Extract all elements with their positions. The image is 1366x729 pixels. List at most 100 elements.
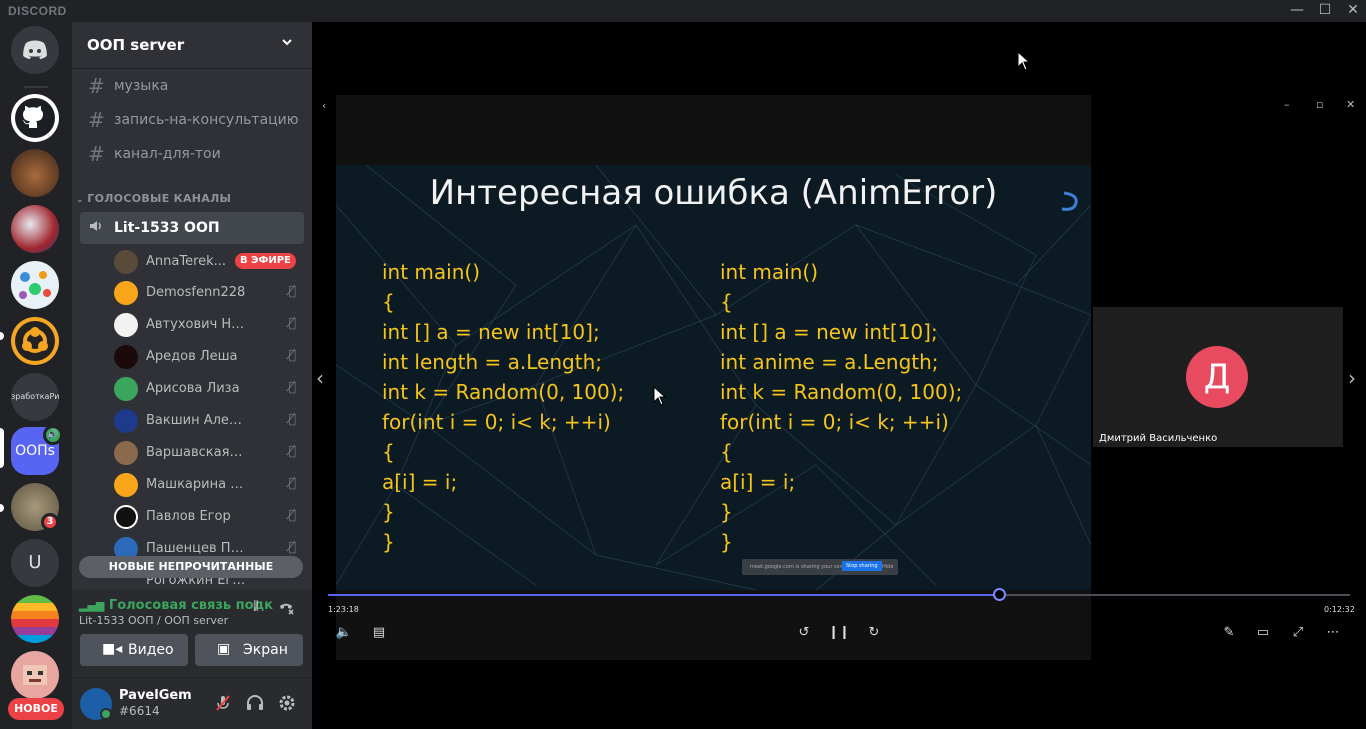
soundboard-icon[interactable]: ⦀ [246, 599, 266, 615]
fullscreen-icon[interactable]: ⤢ [1287, 625, 1309, 640]
screen-sharing-bar: meet.google.com is sharing your screen. … [742, 559, 898, 575]
server-header[interactable]: ООП server [72, 22, 312, 69]
prev-arrow-icon[interactable]: ‹ [316, 366, 324, 390]
video-button[interactable]: ■◂ Видео [80, 634, 188, 666]
flag-server-icon[interactable] [11, 205, 59, 253]
left-code-block: int main() { int [] a = new int[10]; int… [382, 260, 625, 554]
forward-icon[interactable]: ↻ [863, 625, 885, 640]
seek-bar[interactable] [328, 588, 1350, 601]
title-bar: DISCORD — ☐ ✕ [0, 0, 1366, 22]
voice-member[interactable]: Автухович Наташа 🎙̸ [114, 311, 302, 339]
popout-icon[interactable]: ▫ [1316, 98, 1323, 111]
muted-mic-icon: 🎙̸ [288, 476, 296, 491]
discord-home-icon[interactable] [11, 26, 59, 74]
server-name: ООП server [87, 36, 185, 54]
channel-toi[interactable]: # канал-для-тои [80, 138, 304, 170]
channel-label: музыка [114, 78, 169, 94]
voice-member[interactable]: Demosfenn228 🎙̸ [114, 279, 302, 307]
user-tag: #6614 [119, 704, 160, 718]
voice-connection-panel: ▂▄▆ Голосовая связь подк Lit-1533 ООП / … [72, 590, 312, 678]
hall-server-icon[interactable] [11, 149, 59, 197]
minecraft-server-icon[interactable] [11, 651, 59, 699]
member-name: Арисова Лиза [146, 381, 240, 396]
voice-location[interactable]: Lit-1533 ООП / ООП server [79, 614, 228, 627]
muted-mic-icon: 🎙̸ [288, 508, 296, 523]
stop-sharing-button: Stop sharing [842, 561, 882, 571]
online-status-icon [100, 708, 112, 720]
new-servers-badge[interactable]: НОВОЕ [8, 698, 64, 720]
muted-mic-icon: 🎙̸ [288, 348, 296, 363]
next-arrow-icon[interactable]: › [1348, 366, 1356, 390]
avatar [114, 505, 138, 529]
rewind-icon[interactable]: ↺ [793, 625, 815, 640]
volume-icon[interactable]: 🔈 [333, 625, 355, 640]
minimize-stream-icon[interactable]: – [1284, 98, 1290, 111]
apple-server-icon[interactable] [11, 595, 59, 643]
captions-icon[interactable]: ▤ [368, 625, 390, 640]
maximize-button[interactable]: ☐ [1310, 0, 1340, 22]
server-list: зработкаРи ООПs 🔊 3 U НОВОЕ [0, 22, 72, 729]
edit-icon[interactable]: ✎ [1218, 625, 1240, 640]
channel-label: запись-на-консультацию [114, 112, 299, 128]
voice-category[interactable]: ⌄ ГОЛОСОВЫЕ КАНАЛЫ [76, 192, 231, 205]
channel-consultation[interactable]: # запись-на-консультацию [80, 104, 304, 136]
channel-music[interactable]: # музыка [80, 70, 304, 102]
elapsed-time: 1:23:18 [328, 605, 359, 614]
camera-icon: ■◂ [102, 641, 123, 657]
disconnect-icon[interactable] [276, 599, 296, 621]
close-stream-icon[interactable]: ✕ [1346, 98, 1355, 111]
science-server-icon[interactable] [11, 261, 59, 309]
mute-mic-icon[interactable] [212, 693, 234, 715]
voice-channel[interactable]: Lit-1533 ООП [80, 212, 304, 244]
avatar [114, 313, 138, 337]
screen-share-button[interactable]: ▣ Экран [195, 634, 303, 666]
voice-member[interactable]: Аредов Леша 🎙̸ [114, 343, 302, 371]
member-name: Машкарина Екате... [146, 477, 246, 492]
voice-status[interactable]: ▂▄▆ Голосовая связь подк [79, 598, 273, 613]
video-button-label: Видео [128, 642, 174, 658]
muted-mic-icon: 🎙̸ [288, 412, 296, 427]
text-server-icon[interactable]: зработкаРи [11, 373, 59, 421]
minimize-button[interactable]: — [1282, 0, 1312, 22]
member-name: Demosfenn228 [146, 285, 246, 300]
u-server-icon[interactable]: U [11, 539, 59, 587]
github-server-icon[interactable] [11, 94, 59, 142]
avatar [114, 441, 138, 465]
miniplayer-icon[interactable]: ▭ [1252, 625, 1274, 640]
oop-server-icon[interactable]: ООПs 🔊 [11, 425, 63, 475]
username[interactable]: PavelGem [119, 688, 192, 703]
headphones-icon[interactable] [244, 693, 266, 715]
biohazard-server-icon[interactable] [11, 317, 59, 365]
cursor-icon [653, 386, 667, 406]
presentation-slide: Интересная ошибка (AnimError) int main()… [336, 165, 1091, 590]
voice-member[interactable]: Машкарина Екате... 🎙̸ [114, 471, 302, 499]
pause-icon[interactable]: ❙❙ [828, 625, 850, 640]
channel-sidebar: ООП server # музыка # запись-на-консульт… [72, 22, 312, 729]
share-text: meet.google.com is sharing your screen. [750, 564, 853, 570]
muted-mic-icon: 🎙̸ [288, 316, 296, 331]
chevron-left-icon[interactable]: ‹ [322, 99, 326, 112]
hash-icon: # [88, 74, 105, 98]
more-icon[interactable]: ⋯ [1322, 625, 1344, 640]
chevron-down-icon [280, 35, 294, 53]
stream-video[interactable]: Интересная ошибка (AnimError) int main()… [336, 95, 1091, 660]
voice-member[interactable]: AnnaTerek... В ЭФИРЕ [114, 248, 302, 276]
unread-indicator-2 [0, 504, 4, 512]
right-code-block: int main() { int [] a = new int[10]; int… [720, 260, 963, 554]
voice-member[interactable]: Вакшин Александр 🎙̸ [114, 407, 302, 435]
avatar [114, 281, 138, 305]
voice-member[interactable]: Павлов Егор 🎙̸ [114, 503, 302, 531]
close-button[interactable]: ✕ [1338, 0, 1366, 22]
voice-member[interactable]: Варшавская Ева 🎙̸ [114, 439, 302, 467]
seek-fill [328, 594, 1001, 596]
hash-icon: # [88, 142, 105, 166]
mention-badge: 3 [41, 513, 59, 531]
gear-icon[interactable] [276, 693, 298, 715]
selected-indicator [0, 428, 4, 468]
app-brand: DISCORD [8, 4, 67, 18]
voice-member[interactable]: Арисова Лиза 🎙̸ [114, 375, 302, 403]
separator [24, 86, 48, 88]
remaining-time: 0:12:32 [1324, 605, 1355, 614]
participant-tile[interactable]: Д Дмитрий Васильченко [1093, 307, 1343, 447]
new-unread-banner[interactable]: НОВЫЕ НЕПРОЧИТАННЫЕ [79, 556, 303, 578]
